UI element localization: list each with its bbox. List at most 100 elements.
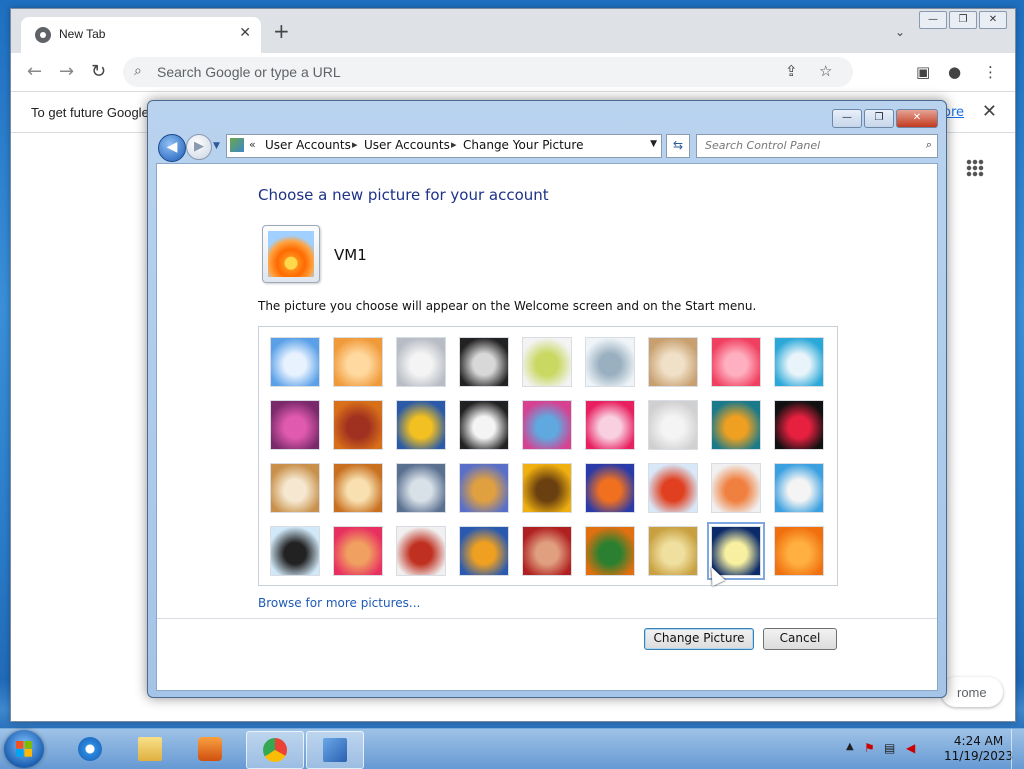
show-hidden-icons-icon[interactable]: ▲ xyxy=(846,741,854,752)
picture-fish[interactable] xyxy=(585,463,635,513)
recent-pages-icon[interactable]: ▼ xyxy=(213,141,220,151)
taskbar-file-explorer[interactable] xyxy=(122,731,178,767)
chrome-toolbar: ← → ↻ ⌕ Search Google or type a URL ⇪ ☆ … xyxy=(11,53,1015,92)
picture-guitar[interactable] xyxy=(270,463,320,513)
cp-restore-button[interactable]: ❐ xyxy=(864,109,894,128)
start-button[interactable] xyxy=(4,730,44,768)
address-bar[interactable]: « User Accounts ▸ User Accounts ▸ Change… xyxy=(226,134,662,158)
chrome-favicon-icon xyxy=(35,27,51,43)
minimize-button[interactable]: — xyxy=(919,11,947,29)
network-icon[interactable]: ▤ xyxy=(884,741,895,755)
picture-gyroscope[interactable] xyxy=(585,337,635,387)
picture-spiral[interactable] xyxy=(648,526,698,576)
picture-orange-flower[interactable] xyxy=(774,526,824,576)
menu-kebab-icon[interactable]: ⋮ xyxy=(983,63,998,81)
customize-chrome-button[interactable]: rome xyxy=(941,677,1003,707)
picture-robot-toy[interactable] xyxy=(396,337,446,387)
forward-arrow-icon[interactable]: → xyxy=(59,61,74,82)
picture-lucky-cat[interactable] xyxy=(522,337,572,387)
picture-kitten[interactable] xyxy=(648,337,698,387)
taskbar-internet-explorer[interactable] xyxy=(62,731,118,767)
share-icon[interactable]: ⇪ xyxy=(785,62,798,80)
picture-dog[interactable] xyxy=(459,400,509,450)
tab-title: New Tab xyxy=(59,27,106,41)
clock[interactable]: 4:24 AM 11/19/2023 xyxy=(944,734,1013,764)
volume-muted-icon[interactable]: ◀ xyxy=(906,741,915,755)
page-title: Choose a new picture for your account xyxy=(258,186,549,204)
show-desktop-button[interactable] xyxy=(1011,729,1024,769)
picture-pinwheel[interactable] xyxy=(774,337,824,387)
address-dropdown-icon[interactable]: ▼ xyxy=(650,139,657,149)
picture-toy-figure[interactable] xyxy=(711,463,761,513)
tab-search-icon[interactable]: ⌄ xyxy=(895,25,905,39)
picture-soccer-ball[interactable] xyxy=(270,526,320,576)
picture-sunflower[interactable] xyxy=(522,463,572,513)
picture-marbles[interactable] xyxy=(396,526,446,576)
picture-puppy[interactable] xyxy=(333,463,383,513)
omnibox[interactable]: ⌕ Search Google or type a URL ⇪ ☆ xyxy=(123,57,853,87)
action-center-icon[interactable]: ⚑ xyxy=(864,741,875,755)
forward-button[interactable]: ▶ xyxy=(186,134,212,160)
breadcrumb-overflow[interactable]: « xyxy=(249,138,256,151)
chevron-right-icon[interactable]: ▸ xyxy=(451,138,457,151)
taskbar-media-player[interactable] xyxy=(182,731,238,767)
bookmark-star-icon[interactable]: ☆ xyxy=(819,62,832,80)
infobar-close-icon[interactable]: ✕ xyxy=(982,101,997,122)
picture-balloon[interactable] xyxy=(648,463,698,513)
back-arrow-icon[interactable]: ← xyxy=(27,61,42,82)
picture-ball-pattern[interactable] xyxy=(270,400,320,450)
account-name: VM1 xyxy=(334,246,367,264)
picture-scarf[interactable] xyxy=(459,463,509,513)
picture-towels[interactable] xyxy=(333,526,383,576)
search-icon: ⌕ xyxy=(134,63,142,79)
picture-textile[interactable] xyxy=(522,526,572,576)
customize-chrome-label: rome xyxy=(957,685,987,700)
cp-close-button[interactable]: ✕ xyxy=(896,109,938,128)
picture-butterfly[interactable] xyxy=(585,526,635,576)
picture-description: The picture you choose will appear on th… xyxy=(258,299,757,313)
picture-ginkgo-leaf[interactable] xyxy=(396,400,446,450)
omnibox-placeholder: Search Google or type a URL xyxy=(157,64,341,80)
picture-pink-star[interactable] xyxy=(585,400,635,450)
restore-button[interactable]: ❐ xyxy=(949,11,977,29)
picture-starfish[interactable] xyxy=(333,337,383,387)
system-tray: ▲ ⚑ ▤ ◀ 4:24 AM 11/19/2023 xyxy=(834,729,1024,769)
picture-turntable[interactable] xyxy=(459,337,509,387)
picture-fabric[interactable] xyxy=(333,400,383,450)
picture-sailboat[interactable] xyxy=(774,463,824,513)
refresh-button[interactable]: ⇆ xyxy=(666,134,690,158)
breadcrumb-user-accounts-1[interactable]: User Accounts xyxy=(265,138,351,152)
side-panel-icon[interactable]: ▣ xyxy=(916,63,930,81)
google-apps-icon[interactable] xyxy=(966,159,984,177)
browse-more-pictures-link[interactable]: Browse for more pictures... xyxy=(258,596,420,610)
close-button[interactable]: ✕ xyxy=(979,11,1007,29)
breadcrumb-user-accounts-2[interactable]: User Accounts xyxy=(364,138,450,152)
cp-minimize-button[interactable]: — xyxy=(832,109,862,128)
change-picture-button[interactable]: Change Picture xyxy=(644,628,754,650)
back-button[interactable]: ◀ xyxy=(158,134,186,162)
picture-roller-coaster[interactable] xyxy=(270,337,320,387)
search-icon[interactable]: ⌕ xyxy=(926,138,932,152)
search-control-panel-input[interactable]: Search Control Panel ⌕ xyxy=(696,134,938,158)
picture-jacks[interactable] xyxy=(648,400,698,450)
picture-robot[interactable] xyxy=(396,463,446,513)
picture-window[interactable] xyxy=(459,526,509,576)
picture-origami-crane[interactable] xyxy=(774,400,824,450)
taskbar-chrome[interactable] xyxy=(246,731,304,769)
new-tab-button[interactable]: + xyxy=(273,21,290,41)
cp-content: Choose a new picture for your account VM… xyxy=(156,163,938,691)
chrome-icon xyxy=(263,738,287,762)
tab-new-tab[interactable]: New Tab ✕ xyxy=(21,17,261,53)
profile-avatar-icon[interactable]: ● xyxy=(948,63,961,81)
taskbar-control-panel[interactable] xyxy=(306,731,364,769)
reload-icon[interactable]: ↻ xyxy=(91,61,106,82)
tab-close-icon[interactable]: ✕ xyxy=(239,25,251,41)
search-placeholder: Search Control Panel xyxy=(705,139,821,152)
breadcrumb-change-picture[interactable]: Change Your Picture xyxy=(463,138,583,152)
chevron-right-icon[interactable]: ▸ xyxy=(352,138,358,151)
picture-crayons[interactable] xyxy=(522,400,572,450)
picture-stairs[interactable] xyxy=(711,400,761,450)
cancel-button[interactable]: Cancel xyxy=(763,628,837,650)
picture-pink-flower[interactable] xyxy=(711,337,761,387)
avatar-image xyxy=(268,231,314,277)
